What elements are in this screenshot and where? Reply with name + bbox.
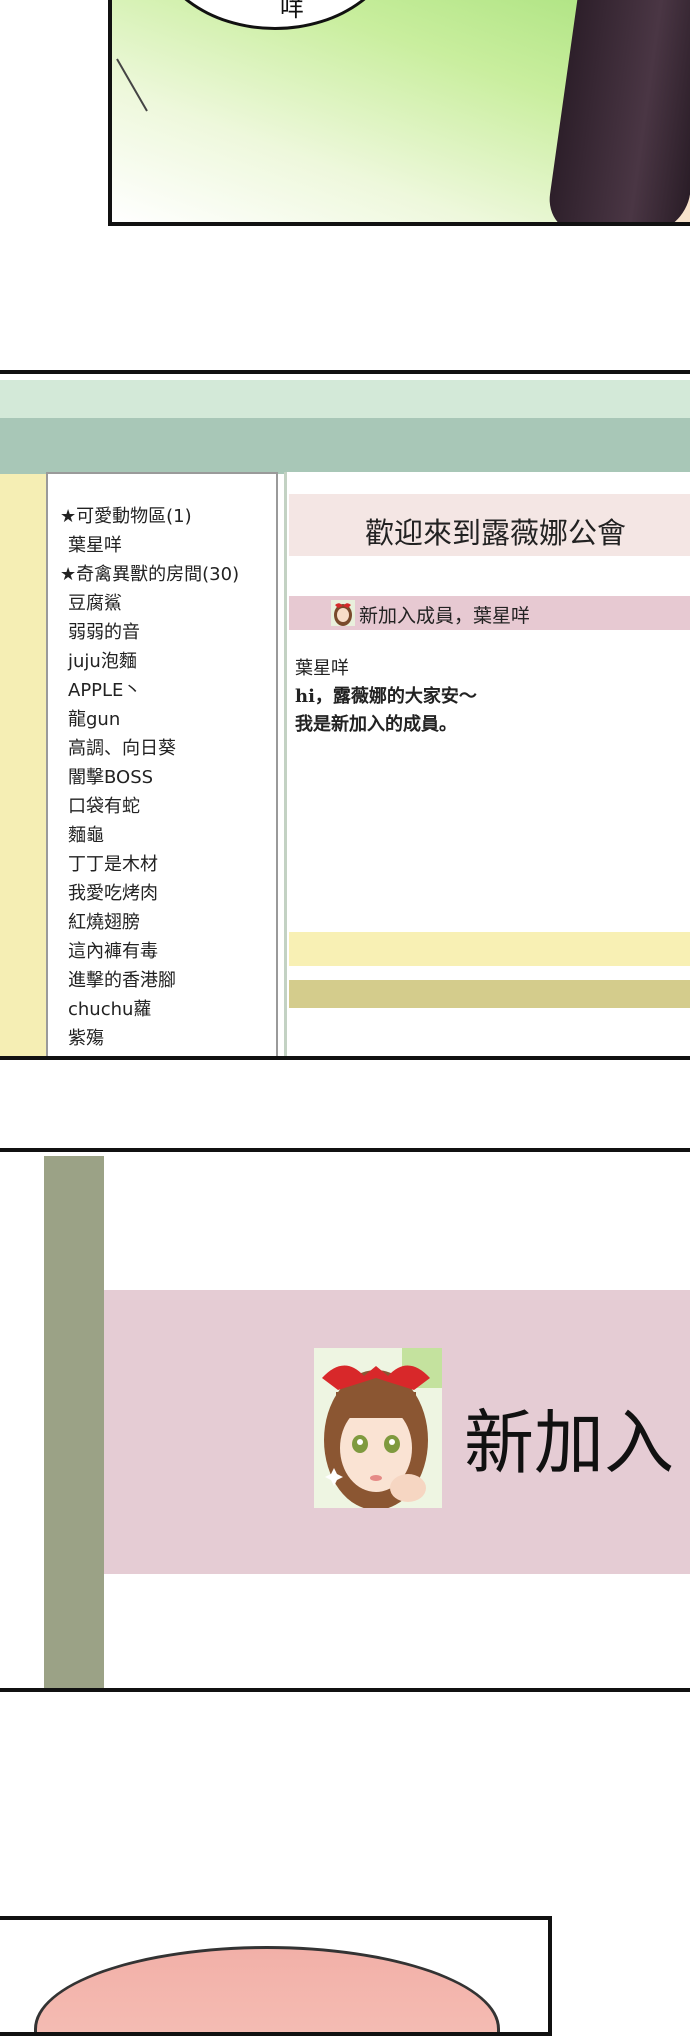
speech-bubble [152, 0, 398, 30]
character-hair [544, 0, 690, 222]
welcome-title: 歡迎來到露薇娜公會 [365, 516, 627, 550]
member-list-item[interactable]: 麵龜 [68, 821, 104, 847]
member-list-item[interactable]: 弱弱的音 [68, 618, 140, 644]
member-list-item[interactable]: 紅燒翅膀 [68, 908, 140, 934]
avatar-portrait-icon [314, 1348, 442, 1508]
member-list-item[interactable]: 高調、向日葵 [68, 734, 176, 760]
guild-main-area: 歡迎來到露薇娜公會 新加入成員，葉星咩 葉星咩 hi，露薇娜的大家安～ 我是新加… [284, 472, 690, 1056]
closeup-side-strip [44, 1156, 104, 1688]
member-group-header[interactable]: ★奇禽異獸的房間(30) [60, 560, 239, 586]
member-list-item[interactable]: APPLE丶 [68, 676, 141, 702]
guild-member-list: ★可愛動物區(1) 葉星咩 ★奇禽異獸的房間(30) 豆腐鯊弱弱的音 juju泡麵 APP… [46, 472, 278, 1056]
post-author: 葉星咩 [295, 658, 349, 679]
member-list-item[interactable]: 龍gun [68, 705, 120, 731]
new-member-text: 新加入成員，葉星咩 [359, 605, 531, 627]
member-list-item[interactable]: 丁丁是木材 [68, 850, 158, 876]
comic-panel-bottom [0, 1916, 552, 2036]
member-group-header[interactable]: ★可愛動物區(1) [60, 502, 192, 528]
post-line: hi，露薇娜的大家安～ [295, 686, 477, 707]
member-list-item[interactable]: chuchu蘿 [68, 995, 151, 1021]
member-list-item[interactable]: 我愛吃烤肉 [68, 879, 158, 905]
comic-panel-top: 咩 [108, 0, 690, 226]
member-list-item[interactable]: 進擊的香港腳 [68, 966, 176, 992]
member-list-item[interactable]: 葉星咩 [68, 531, 122, 557]
member-list-item[interactable]: 紫殤 [68, 1024, 104, 1050]
background-line [116, 58, 148, 112]
comic-panel-guild-screen: ★可愛動物區(1) 葉星咩 ★奇禽異獸的房間(30) 豆腐鯊弱弱的音 juju泡麵 APP… [0, 370, 690, 1060]
header-stripe-dark [0, 418, 690, 474]
member-list-item[interactable]: 闇擊BOSS [68, 763, 153, 789]
avatar-icon [331, 600, 355, 626]
member-list-item[interactable]: 口袋有蛇 [68, 792, 140, 818]
character-hair [34, 1946, 500, 2032]
footer-bar-yellow [289, 932, 690, 966]
member-list-item[interactable]: 這內褲有毒 [68, 937, 158, 963]
speech-text: 咩 [280, 0, 304, 22]
header-stripe-light [0, 380, 690, 418]
footer-bar-olive [289, 980, 690, 1008]
member-list-item[interactable]: juju泡麵 [68, 647, 137, 673]
post-line: 我是新加入的成員。 [295, 714, 457, 735]
comic-panel-closeup: 新加入 [0, 1148, 690, 1692]
closeup-heading: 新加入 [464, 1402, 674, 1484]
member-list-item[interactable]: 豆腐鯊 [68, 589, 122, 615]
